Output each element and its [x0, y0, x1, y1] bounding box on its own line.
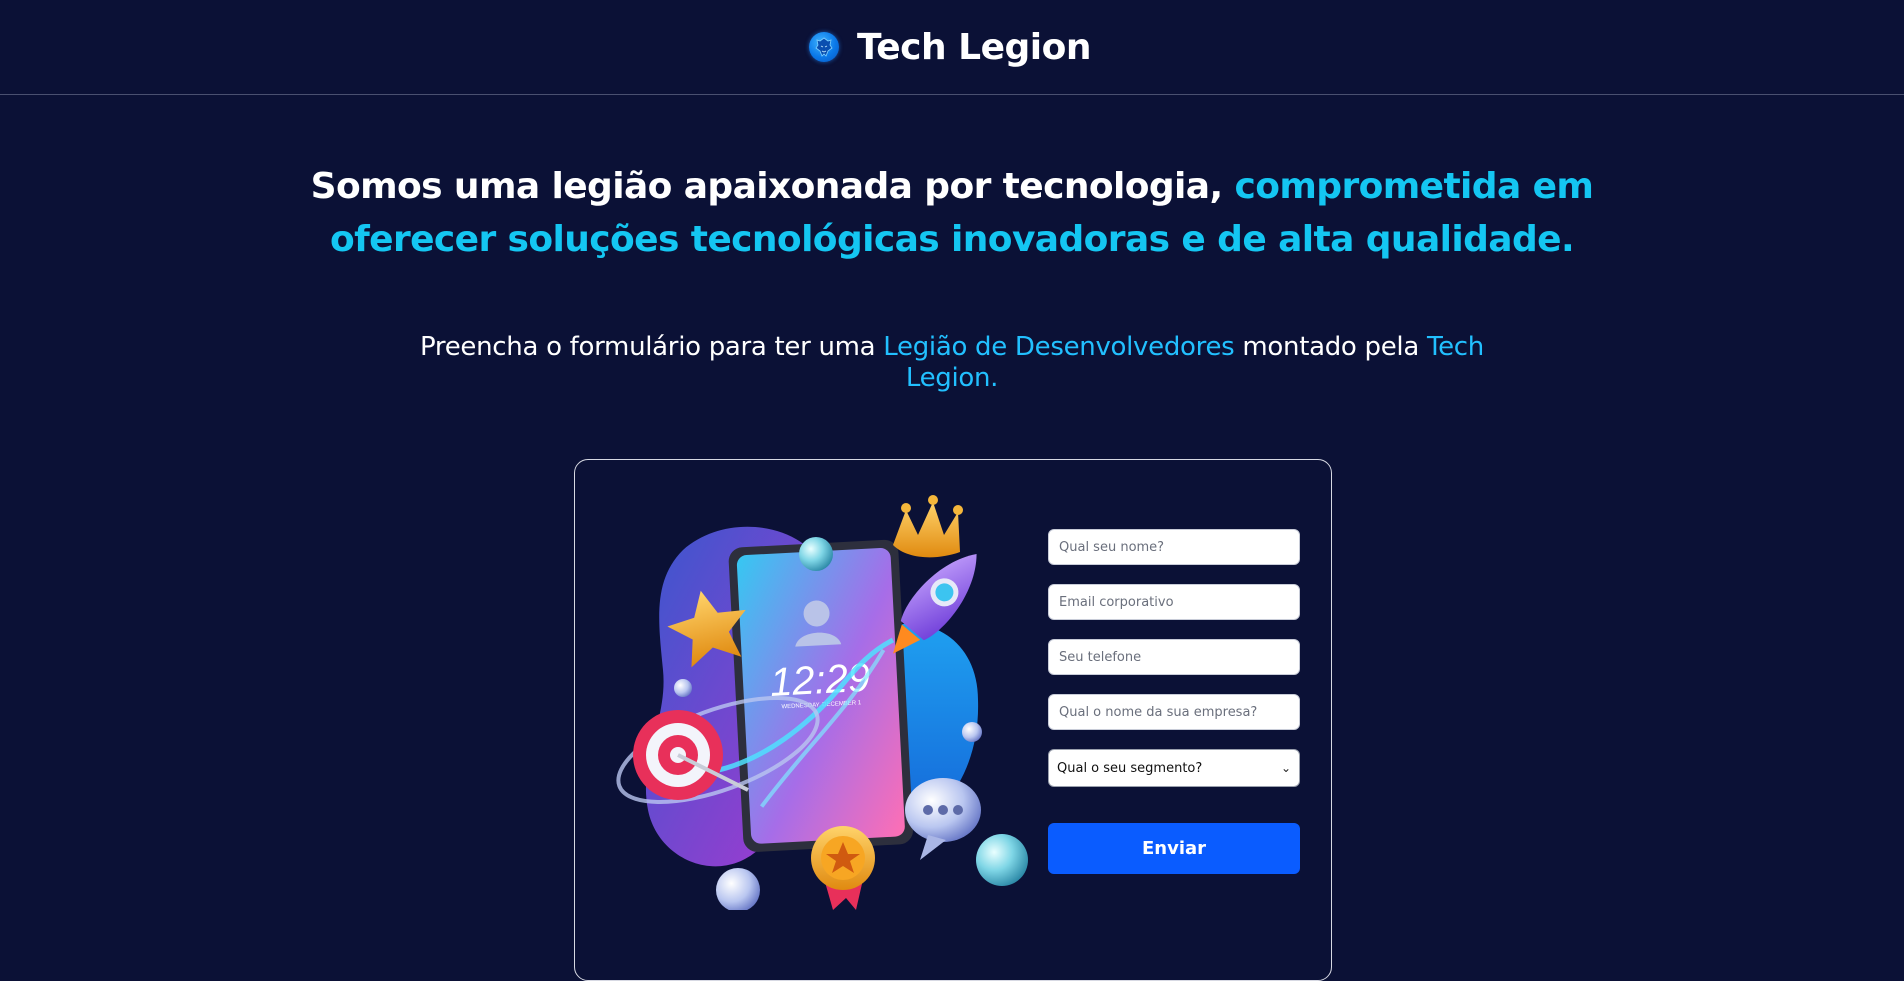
- subheadline-line-2: Legion.: [905, 363, 999, 393]
- contact-form: Qual o seu segmento? ⌄ Enviar: [1048, 529, 1300, 874]
- chevron-down-icon: ⌄: [1280, 761, 1291, 775]
- subheadline-text-1: Preencha o formulário para ter uma: [420, 332, 876, 362]
- site-header: Tech Legion: [0, 0, 1904, 95]
- headline-line-1: Somos uma legião apaixonada por tecnolog…: [0, 160, 1904, 213]
- headline-line-2: oferecer soluções tecnológicas inovadora…: [329, 219, 1575, 260]
- segment-select[interactable]: Qual o seu segmento? ⌄: [1048, 749, 1300, 787]
- headline-text: Somos uma legião apaixonada por tecnolog…: [310, 166, 1223, 207]
- segment-select-value: Qual o seu segmento?: [1057, 760, 1203, 776]
- submit-button[interactable]: Enviar: [1048, 823, 1300, 874]
- subheadline-text-2: montado pela: [1242, 332, 1419, 362]
- company-input[interactable]: [1048, 694, 1300, 730]
- app-illustration: 12:29 WEDNESDAY, DECEMBER 1: [616, 495, 1028, 910]
- subheadline-accent-2: Tech: [1426, 332, 1484, 362]
- email-input[interactable]: [1048, 584, 1300, 620]
- headline-accent-text: comprometida em: [1234, 166, 1594, 207]
- brand-name: Tech Legion: [856, 26, 1092, 68]
- name-input[interactable]: [1048, 529, 1300, 565]
- page-subheadline: Preencha o formulário para ter uma Legiã…: [0, 332, 1904, 394]
- contact-card: 12:29 WEDNESDAY, DECEMBER 1 Qual seu nom…: [574, 459, 1332, 981]
- brand[interactable]: Tech Legion: [808, 26, 1092, 68]
- page-headline: Somos uma legião apaixonada por tecnolog…: [0, 160, 1904, 266]
- subheadline-accent-1: Legião de Desenvolvedores: [883, 332, 1235, 362]
- subheadline-line-1: Preencha o formulário para ter uma Legiã…: [0, 332, 1904, 363]
- phone-input[interactable]: [1048, 639, 1300, 675]
- lion-head-icon: [808, 32, 839, 62]
